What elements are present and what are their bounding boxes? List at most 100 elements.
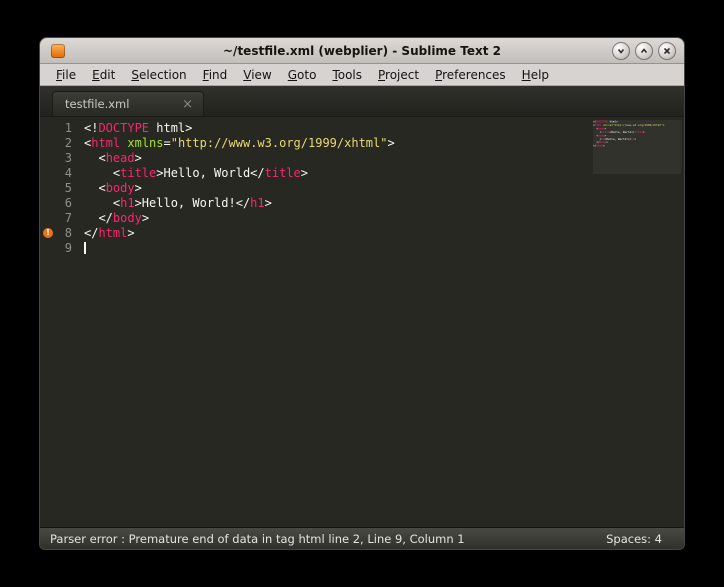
menu-item-file[interactable]: File [48,66,84,84]
menu-accelerator: G [288,68,297,82]
line-number-text: 4 [65,166,72,180]
code-token: html [91,136,120,150]
code-token: body [106,181,135,195]
code-token: title [120,166,156,180]
menu-accelerator: F [203,68,209,82]
code-token: > [635,137,637,140]
code-line-8[interactable]: </html> [84,226,684,241]
code-token: > [606,141,608,144]
menu-accelerator: T [332,68,337,82]
menu-item-preferences[interactable]: Preferences [427,66,514,84]
spaces-indicator[interactable]: Spaces: 4 [606,532,662,546]
code-token: html [98,226,127,240]
code-token: >Hello, World</ [156,166,264,180]
line-number-7[interactable]: 7 [40,211,82,226]
menu-accelerator: F [56,68,62,82]
menu-accelerator: E [92,68,100,82]
status-message: Parser error : Premature end of data in … [50,532,465,546]
code-token: "http://www.w3.org/1999/xhtml" [613,123,663,126]
code-token: > [135,151,142,165]
code-line-6[interactable]: <h1>Hello, World!</h1> [84,196,684,211]
menu-item-tools[interactable]: Tools [324,66,370,84]
error-marker-icon: ! [43,228,53,238]
code-token: h1 [120,196,134,210]
line-number-text: 8 [65,226,72,240]
chevron-up-icon [639,46,649,56]
menu-item-project[interactable]: Project [370,66,427,84]
code-token: < [84,166,120,180]
code-token: >Hello, World!</ [605,137,632,140]
title-bar[interactable]: ~/testfile.xml (webplier) - Sublime Text… [40,38,684,64]
code-token: > [265,196,272,210]
menu-item-help[interactable]: Help [514,66,557,84]
line-number-text: 5 [65,181,72,195]
line-number-1[interactable]: 1 [40,121,82,136]
menu-item-goto[interactable]: Goto [280,66,325,84]
text-caret [84,242,86,254]
code-token: > [142,211,149,225]
code-token: < [84,151,106,165]
close-button[interactable] [658,42,676,60]
code-token: title [265,166,301,180]
code-token: head [106,151,135,165]
code-token: > [387,136,394,150]
code-token: > [135,181,142,195]
menu-bar: FileEditSelectionFindViewGotoToolsProjec… [40,64,684,86]
code-token: </ [84,226,98,240]
line-number-8[interactable]: !8 [40,226,82,241]
app-icon [51,44,65,58]
sublime-text-window: ~/testfile.xml (webplier) - Sublime Text… [40,38,684,549]
code-token: <! [84,121,98,135]
menu-accelerator: H [522,68,531,82]
menu-accelerator: S [131,68,139,82]
code-token: h1 [250,196,264,210]
code-token: DOCTYPE [98,121,149,135]
minimize-button[interactable] [612,42,630,60]
line-number-5[interactable]: 5 [40,181,82,196]
menu-item-edit[interactable]: Edit [84,66,123,84]
window-buttons [612,42,676,60]
code-token: < [84,181,106,195]
code-token: < [84,196,120,210]
minimap[interactable]: <!DOCTYPE html><html xmlns="http://www.w… [593,120,681,174]
minimap-line-9 [593,148,613,151]
code-line-7[interactable]: </body> [84,211,684,226]
code-line-9[interactable] [84,241,684,256]
code-token: </ [84,211,113,225]
menu-item-view[interactable]: View [235,66,279,84]
maximize-button[interactable] [635,42,653,60]
line-number-6[interactable]: 6 [40,196,82,211]
code-token: >Hello, World!</ [135,196,251,210]
gutter: 1234567!89 [40,117,82,527]
close-icon [662,46,672,56]
line-number-9[interactable]: 9 [40,241,82,256]
code-token: > [663,123,665,126]
line-number-2[interactable]: 2 [40,136,82,151]
line-number-text: 9 [65,241,72,255]
tab-testfile-xml[interactable]: testfile.xml × [52,91,204,116]
code-token: html> [149,121,192,135]
code-token: >Hello, World</ [610,130,635,133]
code-token: > [643,130,645,133]
tab-close-icon[interactable]: × [180,98,195,111]
menu-item-find[interactable]: Find [195,66,236,84]
line-number-text: 6 [65,196,72,210]
code-line-5[interactable]: <body> [84,181,684,196]
tab-label: testfile.xml [65,97,180,111]
menu-item-selection[interactable]: Selection [123,66,194,84]
line-number-text: 7 [65,211,72,225]
code-token: = [164,136,171,150]
code-area[interactable]: <!DOCTYPE html><html xmlns="http://www.w… [82,117,684,527]
menu-accelerator: V [243,68,251,82]
line-number-text: 2 [65,136,72,150]
line-number-3[interactable]: 3 [40,151,82,166]
code-token: > [127,226,134,240]
editor-area[interactable]: 1234567!89 <!DOCTYPE html><html xmlns="h… [40,117,684,527]
code-token: "http://www.w3.org/1999/xhtml" [171,136,388,150]
chevron-down-icon [616,46,626,56]
tab-bar: testfile.xml × [40,86,684,117]
line-number-4[interactable]: 4 [40,166,82,181]
menu-accelerator: P [435,68,442,82]
status-bar: Parser error : Premature end of data in … [40,527,684,549]
code-token: body [113,211,142,225]
